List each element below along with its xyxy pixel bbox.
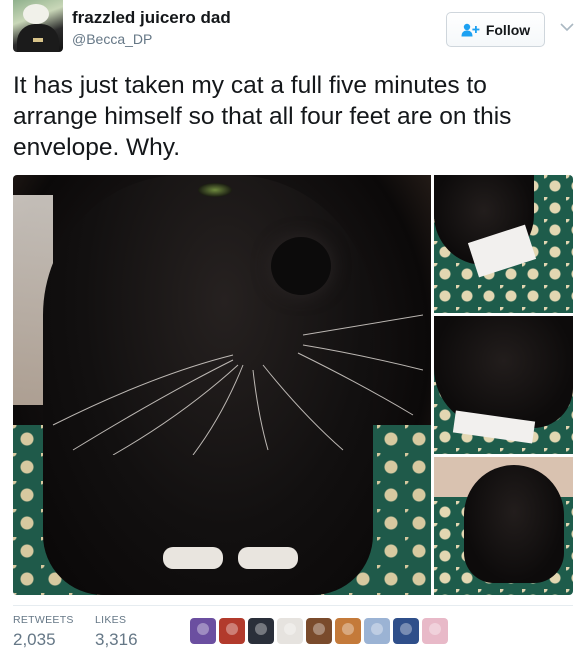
avatar-tag [33, 38, 43, 42]
photo-2[interactable] [434, 175, 573, 313]
photo-4[interactable] [434, 457, 573, 595]
tweet-stats: RETWEETS 2,035 LIKES 3,316 [13, 605, 573, 663]
likes-label: LIKES [95, 614, 127, 626]
liker-avatar[interactable] [277, 618, 303, 644]
follow-label: Follow [485, 21, 531, 38]
liker-avatar[interactable] [335, 618, 361, 644]
cat-paw-right [238, 547, 298, 569]
liker-avatar[interactable] [190, 618, 216, 644]
photo-3[interactable] [434, 316, 573, 454]
tweet-text: It has just taken my cat a full five min… [13, 72, 512, 161]
follow-button[interactable]: Follow [446, 12, 545, 47]
cat-eye [198, 183, 232, 197]
chevron-down-icon[interactable] [560, 22, 574, 32]
avatar-face [23, 4, 49, 24]
photo-1[interactable] [13, 175, 431, 595]
liker-avatar[interactable] [248, 618, 274, 644]
add-user-icon [461, 23, 480, 36]
retweets-count: 2,035 [13, 630, 56, 649]
cat-body [464, 465, 564, 583]
user-handle[interactable]: @Becca_DP [72, 31, 152, 47]
liker-avatar[interactable] [393, 618, 419, 644]
retweets-stat[interactable]: RETWEETS 2,035 [13, 614, 74, 650]
media-grid [13, 175, 573, 595]
likes-stat[interactable]: LIKES 3,316 [95, 614, 138, 650]
liker-avatar[interactable] [422, 618, 448, 644]
liker-avatar[interactable] [364, 618, 390, 644]
tweet-header: frazzled juicero dad @Becca_DP Follow [0, 0, 583, 62]
liker-avatar[interactable] [219, 618, 245, 644]
liker-avatars [190, 618, 448, 644]
user-avatar[interactable] [13, 0, 63, 52]
liker-avatar[interactable] [306, 618, 332, 644]
likes-count: 3,316 [95, 630, 138, 649]
cat-paw-left [163, 547, 223, 569]
retweets-label: RETWEETS [13, 614, 74, 626]
cat-whiskers [52, 314, 423, 455]
user-display-name[interactable]: frazzled juicero dad [72, 8, 231, 28]
